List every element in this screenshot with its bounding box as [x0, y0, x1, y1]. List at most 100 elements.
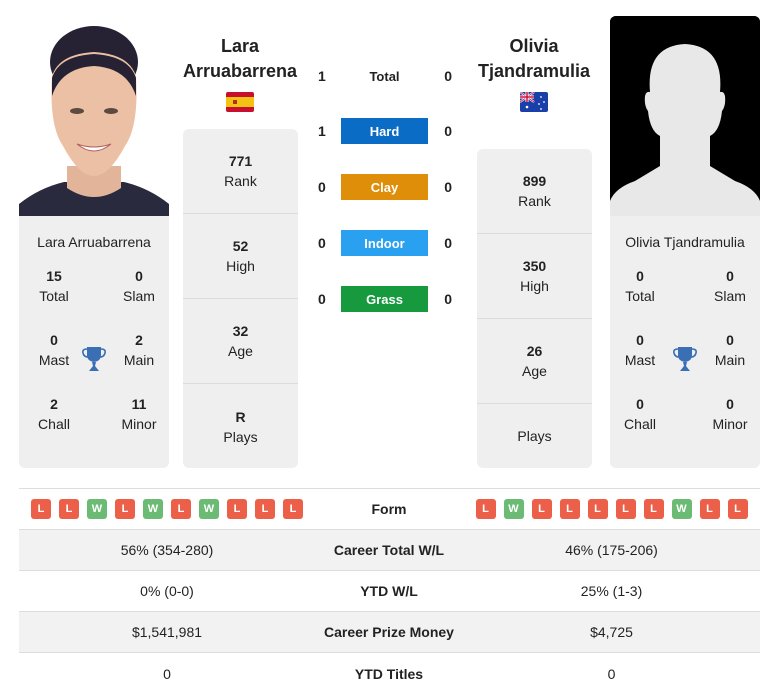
prize-money-label: Career Prize Money [324, 624, 454, 640]
titles-total: 0 Total [625, 268, 655, 304]
player1-stats-card: 771 Rank 52 High 32 Age R Plays [183, 129, 298, 468]
form-loss-badge[interactable]: L [587, 499, 608, 519]
ytd-titles-row: 0 YTD Titles 0 [19, 653, 760, 694]
form-win-badge[interactable]: W [503, 499, 524, 519]
trophy-icon [673, 347, 697, 371]
player1-photo [19, 16, 169, 216]
ytd-wl-row: 0% (0-0) YTD W/L 25% (1-3) [19, 571, 760, 612]
h2h-p1-count: 0 [318, 291, 326, 307]
silhouette-placeholder-icon [610, 16, 760, 216]
titles-mast: 0 Mast [624, 332, 656, 368]
form-loss-badge[interactable]: L [171, 499, 191, 519]
spain-flag-icon [226, 92, 254, 112]
form-row: LLWLWLWLLL Form LWLLLLLWLL [19, 489, 760, 530]
titles-main: 2 Main [123, 332, 155, 368]
titles-slam: 0 Slam [714, 268, 746, 304]
form-loss-badge[interactable]: L [283, 499, 303, 519]
titles-main: 0 Main [714, 332, 746, 368]
form-loss-badge[interactable]: L [59, 499, 79, 519]
form-win-badge[interactable]: W [87, 499, 107, 519]
player2-career-wl: 46% (175-206) [565, 542, 658, 558]
player1-form-list: LLWLWLWLLL [19, 499, 315, 519]
player2-prize-money: $4,725 [590, 624, 633, 640]
stat-rank: 899 Rank [477, 149, 592, 234]
player2-full-name: Olivia Tjandramulia [625, 234, 745, 250]
stat-plays: Plays [517, 428, 552, 444]
form-loss-badge[interactable]: L [255, 499, 275, 519]
h2h-p2-count: 0 [444, 291, 452, 307]
trophy-icon [82, 347, 106, 371]
titles-chall: 0 Chall [624, 396, 656, 432]
ytd-titles-label: YTD Titles [354, 665, 424, 682]
h2h-p1-count: 1 [318, 123, 326, 139]
h2h-p1-count: 1 [318, 68, 326, 84]
form-loss-badge[interactable]: L [115, 499, 135, 519]
titles-total: 15 Total [39, 268, 69, 304]
h2h-p2-count: 0 [444, 123, 452, 139]
player2-stats-card: 899 Rank 350 High 26 Age Plays [477, 149, 592, 468]
stat-high: 52 High [183, 214, 298, 299]
player2-ytd-wl: 25% (1-3) [580, 583, 643, 599]
stat-rank: 771 Rank [183, 129, 298, 214]
career-wl-label: Career Total W/L [333, 542, 445, 558]
h2h-total-row: 1 Total 0 [310, 63, 460, 89]
surface-grass-button[interactable]: Grass [340, 286, 429, 312]
player2-ytd-titles: 0 [607, 665, 616, 682]
form-loss-badge[interactable]: L [699, 499, 720, 519]
surface-hard-button[interactable]: Hard [340, 118, 429, 144]
player1-last-name: Arruabarrena [182, 61, 298, 81]
titles-mast: 0 Mast [38, 332, 70, 368]
form-loss-badge[interactable]: L [227, 499, 247, 519]
player1-first-name: Lara [220, 36, 260, 56]
surface-clay-button[interactable]: Clay [340, 174, 429, 200]
form-label: Form [371, 501, 407, 517]
h2h-total-label: Total [369, 68, 400, 84]
h2h-grass-row: 0 Grass 0 [310, 286, 460, 312]
h2h-p2-count: 0 [444, 68, 452, 84]
titles-minor: 11 Minor [121, 396, 157, 432]
australia-flag-icon [520, 92, 548, 112]
form-loss-badge[interactable]: L [531, 499, 552, 519]
stat-high: 350 High [477, 234, 592, 319]
titles-minor: 0 Minor [712, 396, 748, 432]
player1-ytd-wl: 0% (0-0) [140, 583, 194, 599]
player1-ytd-titles: 0 [163, 665, 171, 682]
player1-prize-money: $1,541,981 [131, 624, 203, 640]
player2-form-list: LWLLLLLWLL [463, 499, 760, 519]
career-wl-row: 56% (354-280) Career Total W/L 46% (175-… [19, 530, 760, 571]
player1-career-wl: 56% (354-280) [120, 542, 214, 558]
form-win-badge[interactable]: W [199, 499, 219, 519]
player2-titles-card: Olivia Tjandramulia 0 Total 0 Slam 0 Mast 0… [610, 216, 760, 468]
titles-chall: 2 Chall [38, 396, 70, 432]
form-win-badge[interactable]: W [143, 499, 163, 519]
stat-age: 32 Age [183, 299, 298, 384]
player1-name-heading[interactable]: Lara Arruabarrena [170, 34, 310, 112]
player2-name-heading[interactable]: Olivia Tjandramulia [464, 34, 604, 112]
player1-portrait [19, 16, 169, 216]
form-loss-badge[interactable]: L [475, 499, 496, 519]
player1-full-name: Lara Arruabarrena [37, 234, 151, 250]
form-loss-badge[interactable]: L [615, 499, 636, 519]
form-loss-badge[interactable]: L [31, 499, 51, 519]
stat-plays: R Plays [223, 408, 258, 445]
player2-photo [610, 16, 760, 216]
h2h-hard-row: 1 Hard 0 [310, 118, 460, 144]
form-loss-badge[interactable]: L [559, 499, 580, 519]
h2h-clay-row: 0 Clay 0 [310, 174, 460, 200]
player2-last-name: Tjandramulia [477, 61, 591, 81]
form-win-badge[interactable]: W [671, 499, 692, 519]
h2h-p2-count: 0 [444, 179, 452, 195]
comparison-table: LLWLWLWLLL Form LWLLLLLWLL 56% (354-280)… [19, 488, 760, 694]
form-loss-badge[interactable]: L [643, 499, 664, 519]
player2-first-name: Olivia [509, 36, 559, 56]
h2h-p1-count: 0 [318, 235, 326, 251]
prize-money-row: $1,541,981 Career Prize Money $4,725 [19, 612, 760, 653]
surface-indoor-button[interactable]: Indoor [340, 230, 429, 256]
titles-slam: 0 Slam [123, 268, 155, 304]
player1-titles-card: Lara Arruabarrena 15 Total 0 Slam 0 Mast 2M… [19, 216, 169, 468]
ytd-wl-label: YTD W/L [360, 583, 418, 599]
form-loss-badge[interactable]: L [727, 499, 748, 519]
h2h-p1-count: 0 [318, 179, 326, 195]
h2h-indoor-row: 0 Indoor 0 [310, 230, 460, 256]
stat-age: 26 Age [477, 319, 592, 404]
